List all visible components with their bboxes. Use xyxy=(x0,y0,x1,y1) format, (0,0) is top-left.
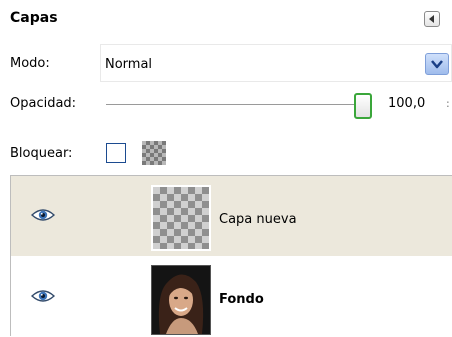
eye-icon[interactable] xyxy=(30,288,56,308)
panel-menu-icon[interactable] xyxy=(424,11,440,27)
eye-icon[interactable] xyxy=(30,207,56,227)
opacity-value[interactable]: 100,0 xyxy=(388,96,425,111)
layer-name[interactable]: Fondo xyxy=(219,292,264,307)
layer-row-fondo[interactable]: Fondo xyxy=(11,261,452,337)
chevron-down-icon[interactable] xyxy=(425,53,449,75)
lock-label: Bloquear: xyxy=(10,146,73,161)
opacity-spinner-edge[interactable]: : xyxy=(446,97,450,110)
mode-dropdown[interactable]: Normal xyxy=(100,44,452,82)
panel-title: Capas xyxy=(10,10,58,26)
opacity-slider-handle[interactable] xyxy=(354,93,372,119)
layers-panel: Capas Modo: Normal Opacidad: 100,0 : Blo… xyxy=(0,0,452,336)
checkerboard-icon xyxy=(142,141,166,165)
mode-label: Modo: xyxy=(10,56,50,71)
layers-list: Capa nueva Fondo xyxy=(10,175,452,336)
mode-value: Normal xyxy=(105,57,153,72)
layer-name[interactable]: Capa nueva xyxy=(219,212,297,227)
lock-checkbox[interactable] xyxy=(106,143,126,163)
opacity-slider-track[interactable] xyxy=(106,104,354,105)
layer-thumbnail xyxy=(151,185,211,251)
layer-thumbnail-photo xyxy=(151,265,211,335)
opacity-label: Opacidad: xyxy=(10,96,77,111)
layer-row-capa-nueva[interactable]: Capa nueva xyxy=(11,176,452,256)
